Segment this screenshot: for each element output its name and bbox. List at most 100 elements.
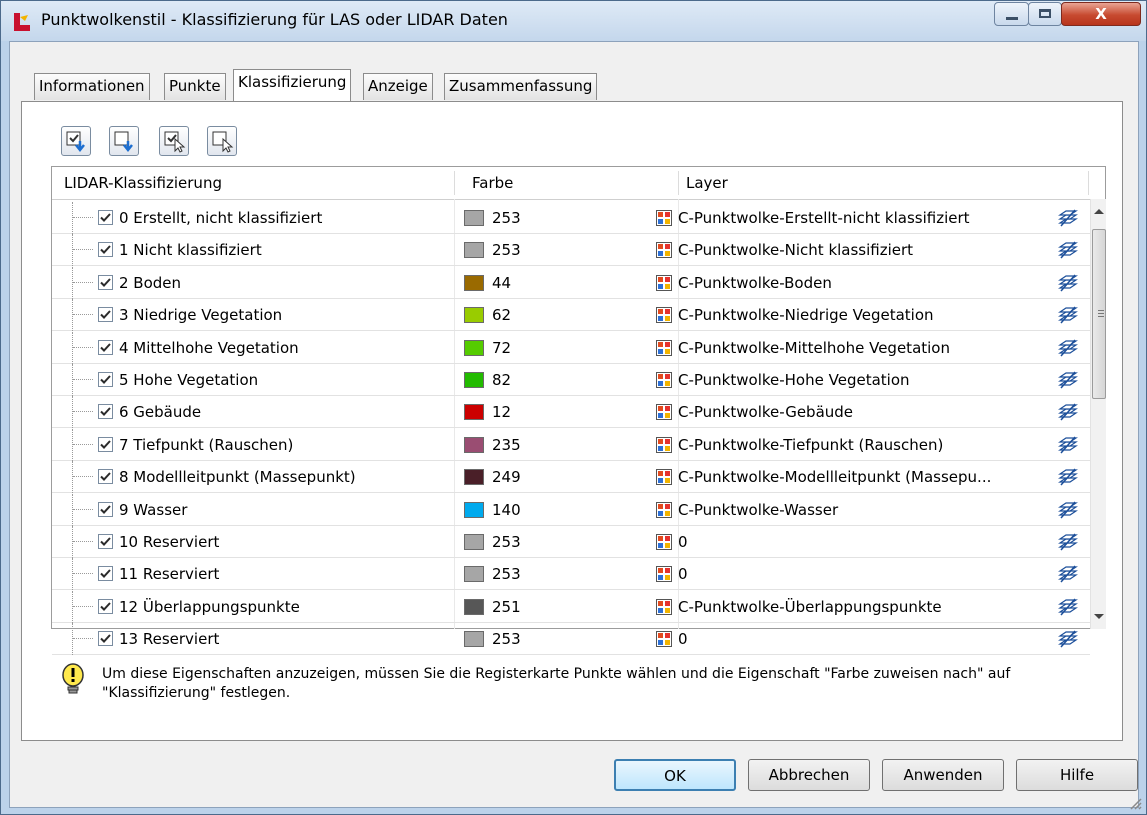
check-selected-button[interactable]	[159, 126, 189, 156]
table-row[interactable]: 9 Wasser 140 C-Punktwolke-Wasser	[52, 493, 1090, 526]
scroll-down-icon[interactable]	[1094, 614, 1104, 619]
header-classification[interactable]: LIDAR-Klassifizierung	[64, 167, 222, 199]
tab-klassifizierung[interactable]: Klassifizierung	[233, 69, 352, 101]
layer-name[interactable]: C-Punktwolke-Niedrige Vegetation	[678, 299, 1043, 331]
layer-color-icon[interactable]	[656, 274, 672, 291]
layer-select-icon[interactable]	[1057, 240, 1079, 260]
class-checkbox[interactable]	[98, 210, 113, 225]
color-swatch[interactable]	[464, 210, 484, 226]
layer-name[interactable]: C-Punktwolke-Nicht klassifiziert	[678, 234, 1043, 266]
maximize-button[interactable]	[1028, 2, 1062, 26]
table-row[interactable]: 3 Niedrige Vegetation 62 C-Punktwolke-Nied…	[52, 299, 1090, 332]
table-row[interactable]: 12 Überlappungspunkte 251 C-Punktwolke-Übe…	[52, 590, 1090, 623]
layer-name[interactable]: 0	[678, 558, 1043, 590]
color-swatch[interactable]	[464, 534, 484, 550]
vertical-scrollbar[interactable]	[1090, 199, 1106, 629]
table-row[interactable]: 1 Nicht klassifiziert 253 C-Punktwolke-Nic…	[52, 234, 1090, 267]
table-row[interactable]: 2 Boden 44 C-Punktwolke-Boden	[52, 266, 1090, 299]
uncheck-all-button[interactable]	[109, 126, 139, 156]
layer-color-icon[interactable]	[656, 210, 672, 226]
tab-punkte[interactable]: Punkte	[164, 73, 226, 100]
color-swatch[interactable]	[464, 242, 484, 259]
uncheck-selected-button[interactable]	[207, 126, 237, 156]
layer-name[interactable]: C-Punktwolke-Gebäude	[678, 396, 1043, 428]
class-checkbox[interactable]	[98, 339, 113, 355]
layer-select-icon[interactable]	[1057, 629, 1079, 649]
color-swatch[interactable]	[464, 339, 484, 356]
color-index[interactable]: 12	[492, 396, 511, 428]
table-row[interactable]: 13 Reserviert 253 0	[52, 623, 1090, 656]
table-row[interactable]: 7 Tiefpunkt (Rauschen) 235 C-Punktwolke-Ti…	[52, 428, 1090, 461]
title-bar[interactable]: Punktwolkenstil - Klassifizierung für LA…	[1, 1, 1146, 41]
class-checkbox[interactable]	[98, 436, 113, 452]
scroll-up-icon[interactable]	[1094, 209, 1104, 214]
color-swatch[interactable]	[464, 372, 484, 388]
layer-select-icon[interactable]	[1057, 370, 1079, 390]
color-swatch[interactable]	[464, 501, 484, 518]
layer-select-icon[interactable]	[1057, 338, 1079, 358]
class-checkbox[interactable]	[98, 598, 113, 614]
layer-select-icon[interactable]	[1057, 402, 1079, 422]
layer-select-icon[interactable]	[1057, 597, 1079, 617]
layer-color-icon[interactable]	[656, 598, 672, 615]
cancel-button[interactable]: Abbrechen	[748, 759, 870, 791]
layer-select-icon[interactable]	[1057, 467, 1079, 487]
color-index[interactable]: 44	[492, 267, 511, 299]
color-swatch[interactable]	[464, 307, 484, 324]
table-row[interactable]: 4 Mittelhohe Vegetation 72 C-Punktwolke-Mi…	[52, 331, 1090, 364]
help-button[interactable]: Hilfe	[1016, 759, 1138, 791]
color-index[interactable]: 253	[492, 623, 521, 655]
class-checkbox[interactable]	[98, 501, 113, 517]
color-index[interactable]: 82	[492, 364, 511, 396]
table-row[interactable]: 5 Hohe Vegetation 82 C-Punktwolke-Hohe Veg…	[52, 364, 1090, 396]
color-index[interactable]: 140	[492, 494, 521, 526]
layer-name[interactable]: 0	[678, 526, 1043, 558]
color-index[interactable]: 62	[492, 299, 511, 331]
color-index[interactable]: 253	[492, 558, 521, 590]
class-checkbox[interactable]	[98, 534, 113, 549]
layer-name[interactable]: C-Punktwolke-Hohe Vegetation	[678, 364, 1043, 396]
color-index[interactable]: 253	[492, 526, 521, 558]
layer-select-icon[interactable]	[1057, 500, 1079, 520]
layer-select-icon[interactable]	[1057, 273, 1079, 293]
layer-color-icon[interactable]	[656, 469, 672, 486]
color-swatch[interactable]	[464, 274, 484, 291]
layer-name[interactable]: C-Punktwolke-Mittelhohe Vegetation	[678, 332, 1043, 364]
layer-select-icon[interactable]	[1057, 532, 1079, 552]
layer-select-icon[interactable]	[1057, 435, 1079, 455]
class-checkbox[interactable]	[98, 372, 113, 387]
tab-zusammenfassung[interactable]: Zusammenfassung	[444, 73, 598, 100]
layer-color-icon[interactable]	[656, 307, 672, 324]
color-swatch[interactable]	[464, 404, 484, 421]
layer-color-icon[interactable]	[656, 631, 672, 648]
table-row[interactable]: 0 Erstellt, nicht klassifiziert 253 C-Punk…	[52, 202, 1090, 234]
scroll-thumb[interactable]	[1092, 229, 1106, 399]
layer-select-icon[interactable]	[1057, 564, 1079, 584]
color-index[interactable]: 253	[492, 202, 521, 234]
table-row[interactable]: 8 Modellleitpunkt (Massepunkt) 249 C-Punkt…	[52, 461, 1090, 494]
class-checkbox[interactable]	[98, 566, 113, 582]
layer-name[interactable]: C-Punktwolke-Erstellt-nicht klassifizier…	[678, 202, 1043, 234]
class-checkbox[interactable]	[98, 469, 113, 485]
layer-select-icon[interactable]	[1057, 208, 1079, 228]
color-index[interactable]: 72	[492, 332, 511, 364]
header-layer[interactable]: Layer	[686, 167, 728, 199]
layer-color-icon[interactable]	[656, 404, 672, 421]
layer-color-icon[interactable]	[656, 242, 672, 259]
table-row[interactable]: 10 Reserviert 253 0	[52, 526, 1090, 558]
layer-color-icon[interactable]	[656, 339, 672, 356]
layer-name[interactable]: C-Punktwolke-Modellleitpunkt (Massepu...	[678, 461, 1043, 493]
layer-color-icon[interactable]	[656, 501, 672, 518]
class-checkbox[interactable]	[98, 404, 113, 420]
close-button[interactable]: X	[1061, 2, 1141, 26]
color-swatch[interactable]	[464, 469, 484, 486]
tab-informationen[interactable]: Informationen	[34, 73, 150, 100]
class-checkbox[interactable]	[98, 307, 113, 323]
minimize-button[interactable]	[994, 2, 1029, 26]
table-row[interactable]: 11 Reserviert 253 0	[52, 558, 1090, 591]
color-index[interactable]: 251	[492, 591, 521, 623]
ok-button[interactable]: OK	[614, 759, 736, 791]
color-swatch[interactable]	[464, 631, 484, 648]
layer-color-icon[interactable]	[656, 372, 672, 388]
layer-name[interactable]: C-Punktwolke-Boden	[678, 267, 1043, 299]
